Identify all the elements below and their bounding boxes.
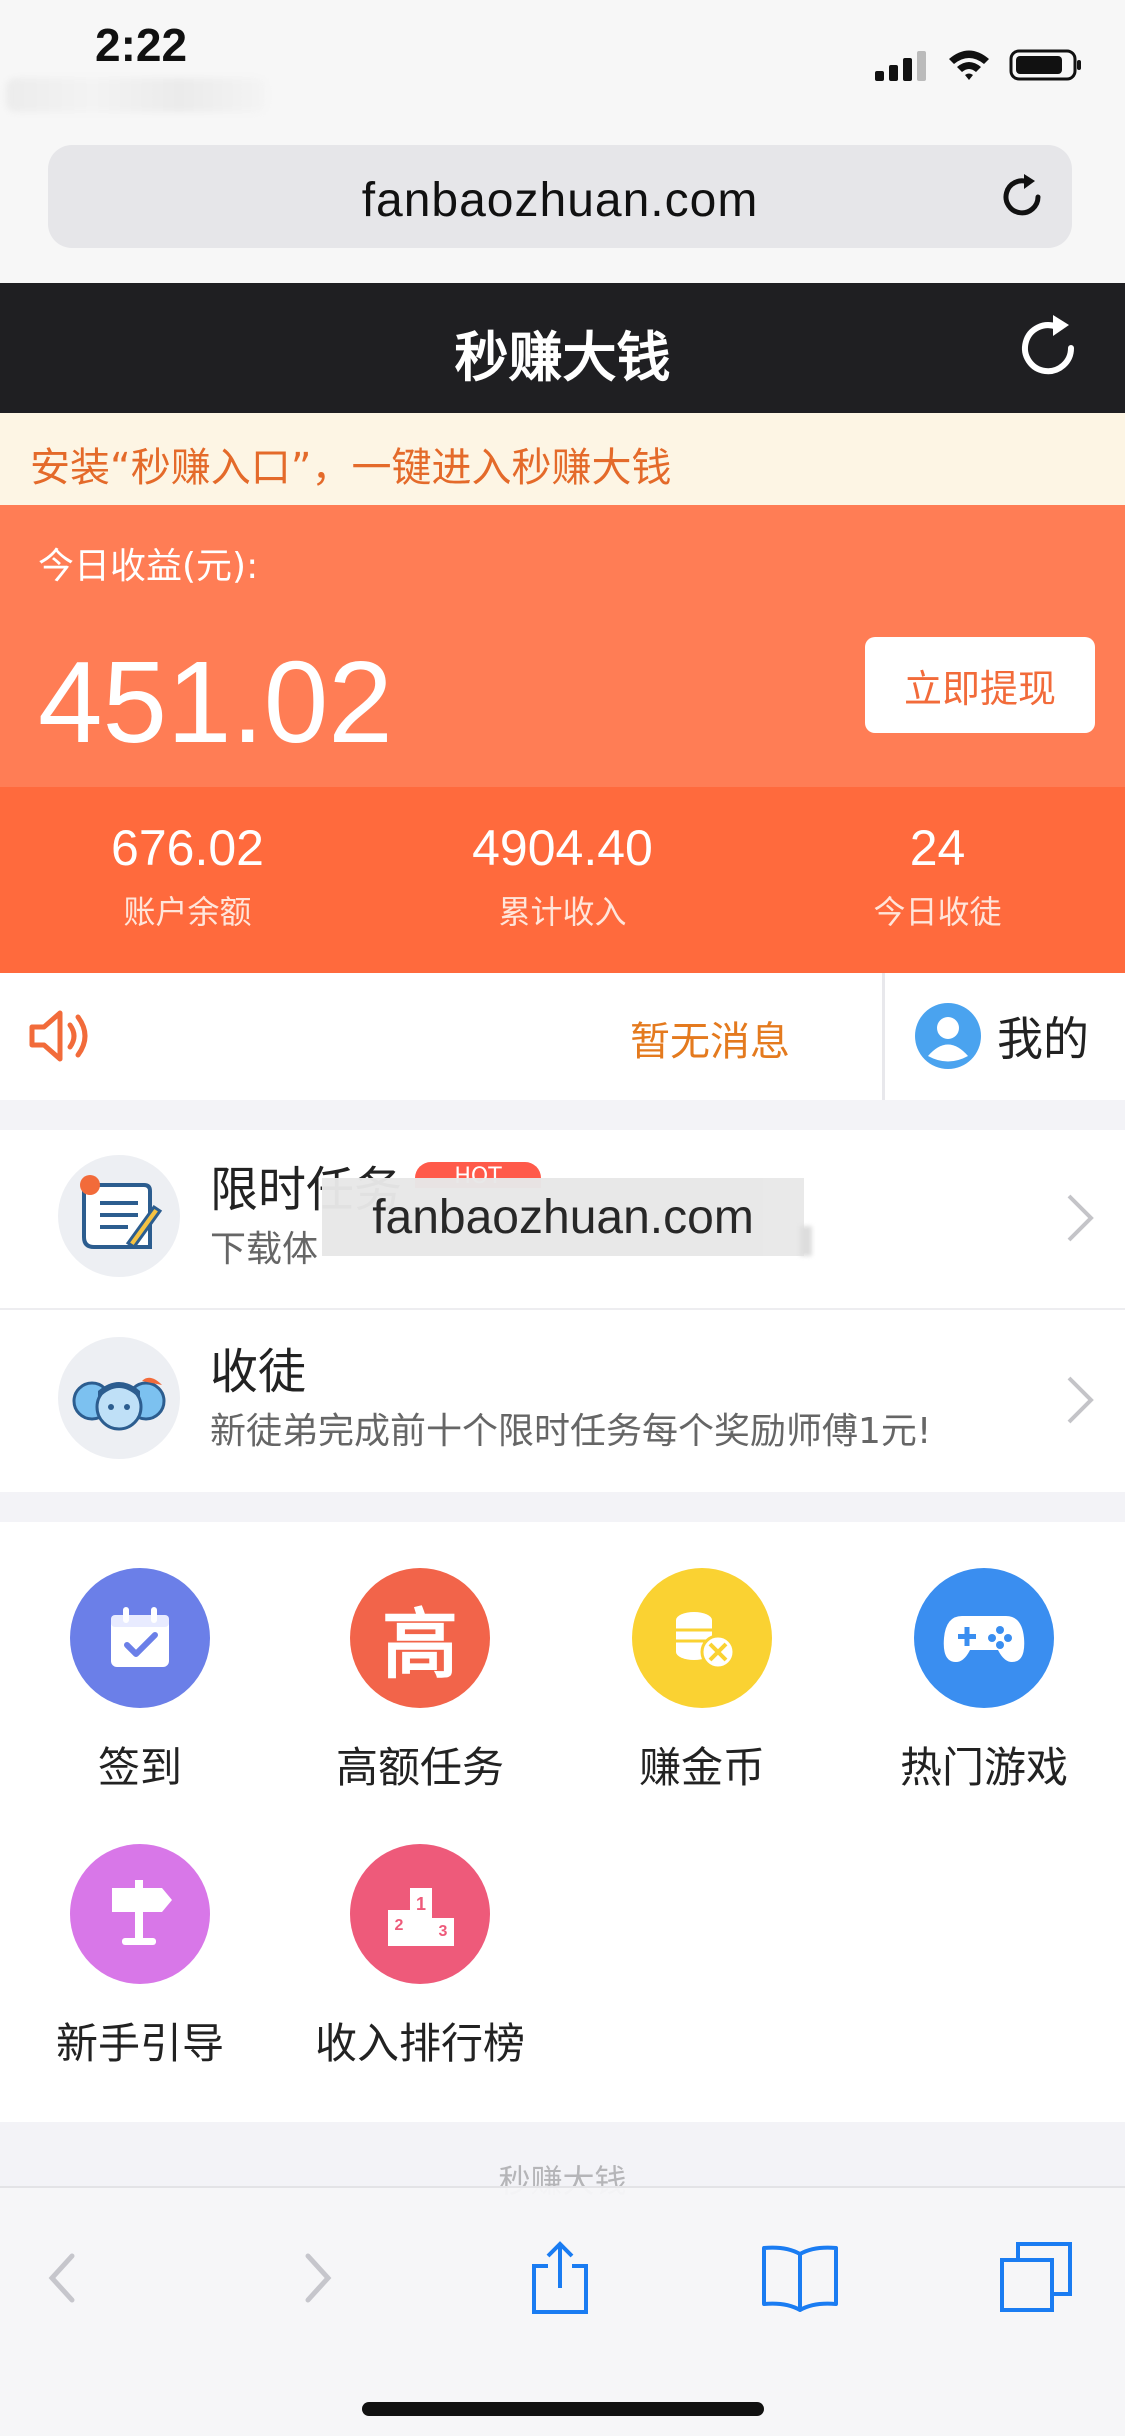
blurred-region <box>6 78 266 112</box>
feature-grid: 签到 高 高额任务 赚金币 热门游戏 新手引导 1 2 3 收入排行榜 <box>0 1522 1125 2122</box>
reload-icon[interactable] <box>994 169 1050 225</box>
forward-icon[interactable] <box>276 2238 356 2318</box>
stat-value: 676.02 <box>111 820 264 876</box>
message-bar: 暂无消息 我的 <box>0 973 1125 1100</box>
podium-icon: 1 2 3 <box>350 1844 490 1984</box>
grid-label: 签到 <box>97 1743 182 1792</box>
battery-icon <box>1009 49 1081 81</box>
page-title: 秒赚大钱 <box>454 326 671 389</box>
browser-toolbar <box>0 2186 1125 2436</box>
stat-value: 4904.40 <box>472 820 653 876</box>
back-icon[interactable] <box>24 2238 104 2318</box>
earnings-stats: 676.02 账户余额 4904.40 累计收入 24 今日收徒 <box>0 787 1125 973</box>
today-earnings-value: 451.02 <box>38 637 393 767</box>
app-header: 秒赚大钱 <box>0 283 1125 413</box>
grid-label: 新手引导 <box>55 2019 224 2068</box>
address-bar[interactable]: fanbaozhuan.com <box>48 145 1072 248</box>
tabs-icon[interactable] <box>996 2238 1076 2318</box>
stat-today-apprentices[interactable]: 24 今日收徒 <box>750 787 1125 973</box>
url-watermark-overlay: fanbaozhuan.com <box>322 1178 804 1256</box>
wifi-icon <box>949 50 989 80</box>
coins-icon <box>632 1568 772 1708</box>
notice-text: 安装“秒赚入口”，一键进入秒赚大钱 <box>30 445 672 491</box>
stat-balance[interactable]: 676.02 账户余额 <box>0 787 375 973</box>
gamepad-icon <box>914 1568 1054 1708</box>
today-earnings-label: 今日收益(元): <box>38 546 259 587</box>
withdraw-button[interactable]: 立即提现 <box>865 637 1095 733</box>
signpost-icon <box>70 1844 210 1984</box>
task-description: 下载体 <box>210 1229 319 1270</box>
share-icon[interactable] <box>520 2238 600 2318</box>
task-description: 新徒弟完成前十个限时任务每个奖励师傅1元! <box>210 1411 932 1452</box>
home-indicator[interactable] <box>362 2402 764 2416</box>
blurred-region <box>800 1226 812 1256</box>
refresh-icon[interactable] <box>1011 311 1085 385</box>
status-icons <box>875 48 1083 82</box>
message-text: 暂无消息 <box>630 1019 790 1065</box>
svg-text:3: 3 <box>439 1923 448 1940</box>
task-recruit-apprentice[interactable]: 收徒 新徒弟完成前十个限时任务每个奖励师傅1元! <box>0 1312 1125 1492</box>
stat-label: 今日收徒 <box>873 893 1002 931</box>
gao-character-icon: 高 <box>350 1568 490 1708</box>
stat-total-income[interactable]: 4904.40 累计收入 <box>375 787 750 973</box>
grid-item-high-tasks[interactable]: 高 高额任务 <box>280 1522 560 1792</box>
grid-label: 热门游戏 <box>899 1743 1068 1792</box>
signal-icon <box>875 51 926 81</box>
stat-value: 24 <box>909 820 966 876</box>
grid-label: 赚金币 <box>638 1743 765 1792</box>
stat-label: 累计收入 <box>498 893 627 931</box>
svg-text:2: 2 <box>395 1917 404 1934</box>
browser-address-area: fanbaozhuan.com <box>0 135 1125 283</box>
url-text: fanbaozhuan.com <box>361 174 759 227</box>
divider <box>882 973 885 1100</box>
svg-text:1: 1 <box>416 1894 426 1914</box>
status-bar: 2:22 <box>0 0 1125 135</box>
status-time: 2:22 <box>95 19 188 71</box>
people-group-icon <box>58 1337 180 1459</box>
task-title: 收徒 <box>210 1344 307 1400</box>
bookmarks-icon[interactable] <box>760 2238 840 2318</box>
grid-item-earn-coins[interactable]: 赚金币 <box>562 1522 842 1792</box>
earnings-panel: 今日收益(元): 451.02 立即提现 <box>0 505 1125 787</box>
task-limited-time[interactable]: 限时任务 HOT 下载体 fanbaozhuan.com <box>0 1130 1125 1310</box>
calendar-check-icon <box>70 1568 210 1708</box>
grid-item-income-ranking[interactable]: 1 2 3 收入排行榜 <box>280 1798 560 2068</box>
chevron-right-icon <box>1067 1376 1094 1424</box>
speaker-icon <box>29 1010 88 1062</box>
grid-label: 收入排行榜 <box>314 2019 525 2068</box>
icon-glyph: 高 <box>382 1600 458 1689</box>
stat-label: 账户余额 <box>123 893 252 931</box>
grid-item-beginner-guide[interactable]: 新手引导 <box>0 1798 280 2068</box>
mine-label: 我的 <box>997 1012 1089 1066</box>
install-notice[interactable]: 安装“秒赚入口”，一键进入秒赚大钱 <box>0 413 1125 505</box>
user-avatar-icon <box>915 1003 981 1069</box>
task-list-icon <box>58 1155 180 1277</box>
grid-item-hot-games[interactable]: 热门游戏 <box>844 1522 1124 1792</box>
chevron-right-icon <box>1067 1194 1094 1242</box>
grid-label: 高额任务 <box>335 1743 504 1792</box>
mine-button[interactable]: 我的 <box>915 1003 1089 1069</box>
task-list: 限时任务 HOT 下载体 fanbaozhuan.com 收徒 新徒弟完成前十个… <box>0 1130 1125 1492</box>
grid-item-checkin[interactable]: 签到 <box>0 1522 280 1792</box>
